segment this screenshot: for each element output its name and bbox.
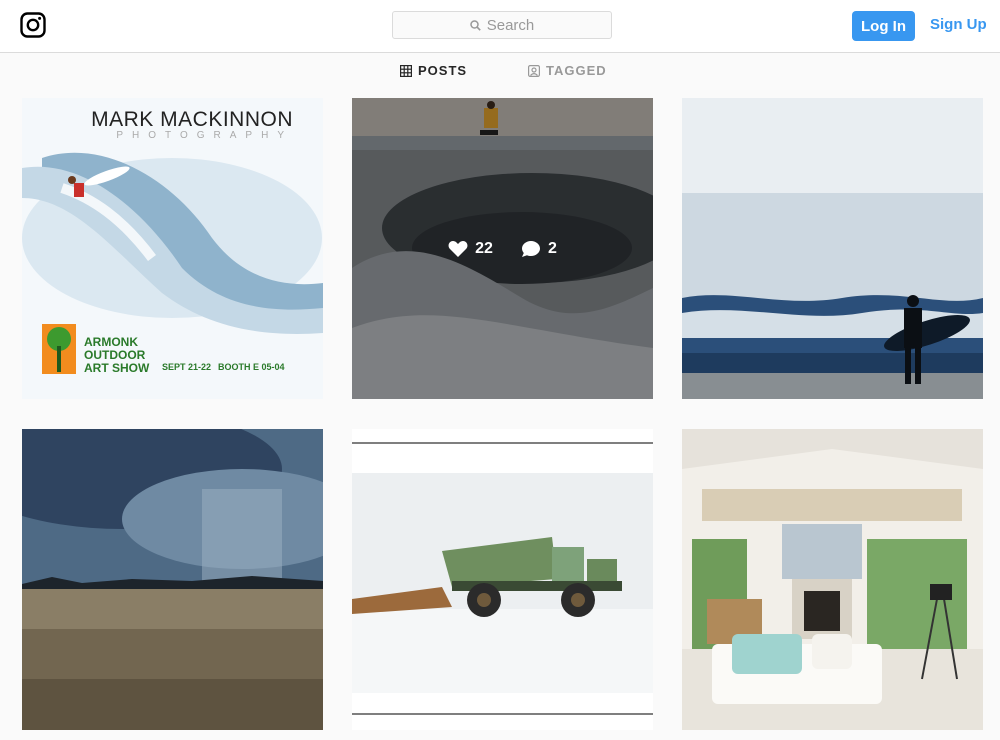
tab-tagged-label: TAGGED — [546, 63, 607, 78]
like-count-value: 22 — [475, 239, 493, 257]
poster-title: MARK MACKINNON — [91, 108, 293, 131]
poster-subtitle: PHOTOGRAPHY — [116, 130, 293, 141]
storm-plain-image — [22, 429, 323, 730]
surfer-poster-image — [22, 98, 323, 399]
tab-posts[interactable]: POSTS — [400, 63, 467, 78]
signup-link[interactable]: Sign Up — [930, 16, 987, 33]
dump-truck-image — [352, 429, 653, 730]
living-room-image — [682, 429, 983, 730]
login-button[interactable]: Log In — [852, 11, 915, 41]
poster-show-line: ART SHOW — [84, 361, 150, 375]
post-tile-6[interactable] — [682, 429, 983, 730]
comment-count-value: 2 — [547, 239, 557, 257]
instagram-logo-icon[interactable] — [20, 12, 46, 38]
poster-show-name: ARMONK OUTDOOR ART SHOW — [84, 336, 164, 375]
post-tile-4[interactable] — [22, 429, 323, 730]
comment-count: 2 — [521, 240, 557, 258]
post-tile-5[interactable] — [352, 429, 653, 730]
comment-bubble-icon — [521, 240, 540, 257]
poster-booth: BOOTH E 05-04 — [218, 362, 285, 372]
surfer-waves-image — [682, 98, 983, 399]
heart-icon — [448, 240, 468, 257]
post-tile-3[interactable] — [682, 98, 983, 399]
profile-tabs: POSTS TAGGED — [0, 53, 1000, 91]
post-tile-2[interactable]: 22 2 — [352, 98, 653, 399]
tab-posts-label: POSTS — [418, 63, 468, 78]
like-count: 22 — [448, 240, 493, 258]
poster-dates: SEPT 21-22 — [162, 362, 212, 372]
search-icon — [469, 19, 481, 31]
tab-tagged[interactable]: TAGGED — [528, 63, 607, 78]
post-hover-overlay: 22 2 — [352, 98, 653, 399]
grid-icon — [400, 64, 412, 77]
search-input[interactable]: Search — [392, 11, 612, 39]
top-bar: Search Log In Sign Up — [0, 0, 1000, 53]
post-tile-1[interactable]: MARK MACKINNON PHOTOGRAPHY ARMONK OUTDOO… — [22, 98, 323, 399]
search-placeholder: Search — [486, 16, 535, 34]
tagged-icon — [528, 64, 540, 77]
